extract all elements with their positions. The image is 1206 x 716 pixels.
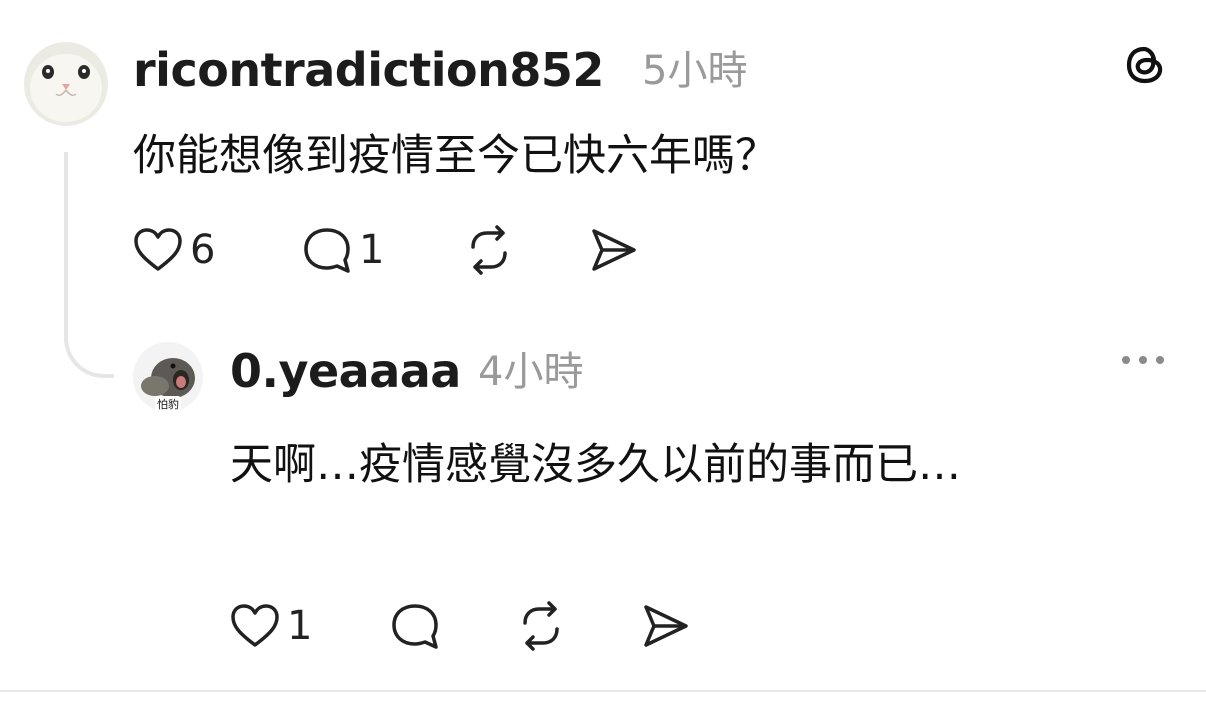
post-timestamp: 5小時 (642, 48, 748, 94)
reply-avatar-label: 怕豹 (155, 396, 181, 412)
share-button[interactable] (588, 222, 640, 278)
repost-icon (523, 601, 559, 651)
reply-username[interactable]: 0.yeaaaa (230, 343, 461, 399)
reply-avatar[interactable]: 怕豹 (133, 342, 203, 412)
comment-icon (304, 228, 350, 273)
send-icon (592, 229, 636, 271)
cat-avatar-image (24, 42, 108, 126)
avatar[interactable] (24, 42, 108, 126)
like-button[interactable]: 6 (132, 222, 215, 278)
reply-repost-button[interactable] (515, 598, 567, 654)
reply-share-button[interactable] (640, 598, 692, 654)
more-options-button[interactable] (1118, 350, 1168, 370)
reply-button[interactable]: 1 (301, 222, 384, 278)
comment-icon (392, 604, 438, 649)
repost-icon (471, 225, 507, 275)
post-text: 你能想像到疫情至今已快六年嗎？ (133, 131, 778, 181)
reply-timestamp: 4小時 (478, 349, 584, 395)
reply-like-count: 1 (287, 603, 313, 649)
bottom-divider (0, 690, 1206, 692)
like-count: 6 (190, 227, 216, 273)
thread-connector (64, 152, 114, 378)
threads-logo-icon[interactable] (1120, 40, 1170, 90)
post-username[interactable]: ricontradiction852 (133, 42, 604, 98)
reply-comment-button[interactable] (389, 598, 441, 654)
reply-count: 1 (359, 227, 385, 273)
ellipsis-icon (1122, 356, 1164, 364)
repost-button[interactable] (463, 222, 515, 278)
heart-icon (134, 228, 182, 271)
reply-text: 天啊…疫情感覺沒多久以前的事而已… (230, 440, 961, 490)
send-icon (644, 605, 688, 647)
reply-like-button[interactable]: 1 (229, 598, 312, 654)
heart-icon (231, 604, 279, 647)
